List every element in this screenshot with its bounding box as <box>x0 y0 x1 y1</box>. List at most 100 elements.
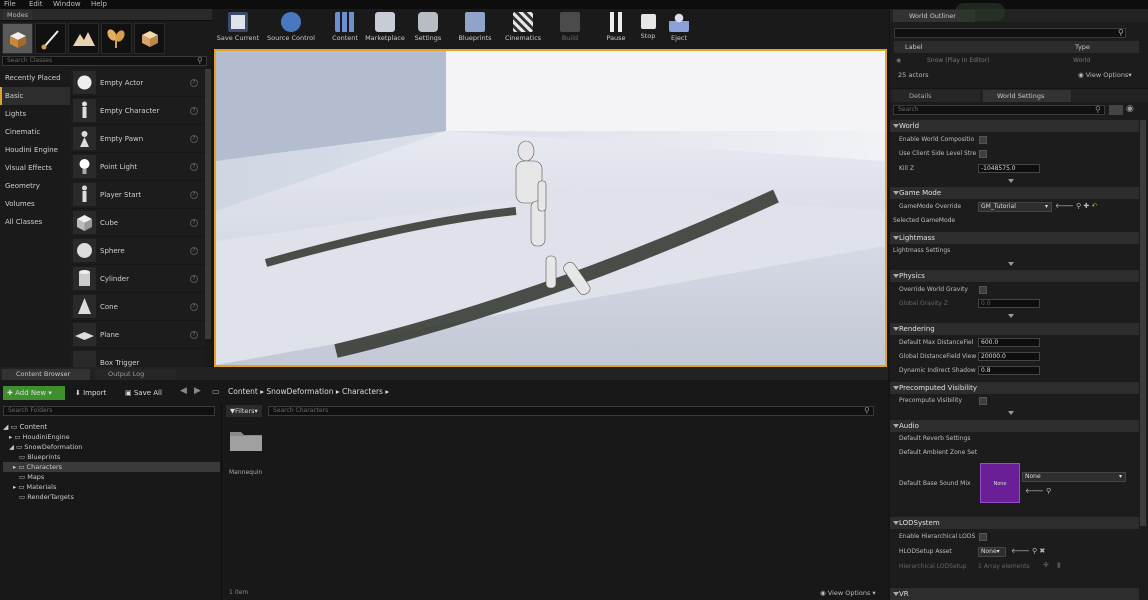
search-classes-input[interactable]: Search Classes <box>2 56 207 66</box>
geometry-edit-mode-button[interactable] <box>134 23 165 54</box>
menu-file[interactable]: File <box>4 0 16 9</box>
breadcrumb-snowdeformation[interactable]: SnowDeformation <box>266 387 333 396</box>
pause-button[interactable]: Pause <box>604 11 628 47</box>
view-options-button[interactable]: ◉ View Options ▾ <box>820 589 876 597</box>
tree-item-selected[interactable]: ▸ ▭ Characters <box>3 462 220 472</box>
tree-item[interactable]: ▭ RenderTargets <box>3 492 220 502</box>
section-vr[interactable]: VR <box>890 588 1139 600</box>
reset-arrow-icon[interactable]: ↶ <box>1092 202 1098 210</box>
search-folders-input[interactable]: Search Folders <box>3 406 215 416</box>
save-all-button[interactable]: ▣ Save All <box>121 386 166 400</box>
breadcrumb-content[interactable]: Content <box>228 387 258 396</box>
build-button[interactable]: Build <box>556 11 584 47</box>
col-type[interactable]: Type <box>1075 41 1090 53</box>
category-visual-effects[interactable]: Visual Effects <box>0 159 70 177</box>
add-icon[interactable]: ✚ <box>1083 202 1089 210</box>
sound-mix-thumbnail[interactable]: None <box>980 463 1020 503</box>
tree-item[interactable]: ▸ ▭ Materials <box>3 482 220 492</box>
section-lightmass[interactable]: Lightmass <box>890 232 1139 244</box>
details-search-input[interactable]: Search <box>893 105 1105 115</box>
clear-x-icon[interactable]: ✖ <box>1039 547 1045 555</box>
expand-arrow[interactable] <box>1005 410 1017 416</box>
level-viewport[interactable] <box>214 49 887 367</box>
global-distance-view-input[interactable]: 20000.0 <box>978 352 1040 361</box>
forward-arrow-icon[interactable]: ▶ <box>194 386 201 396</box>
eye-icon[interactable]: ◉ <box>1126 104 1134 114</box>
search-characters-input[interactable]: Search Characters <box>268 406 874 416</box>
prop-default-ambient-zone[interactable]: Default Ambient Zone Set <box>899 448 977 458</box>
import-button[interactable]: ⬇ Import <box>71 386 110 400</box>
prop-selected-gamemode[interactable]: Selected GameMode <box>893 216 955 226</box>
tab-details[interactable]: Details <box>893 90 979 102</box>
actor-item[interactable]: Cube? <box>70 209 205 237</box>
menu-edit[interactable]: Edit <box>29 0 43 9</box>
section-physics[interactable]: Physics <box>890 270 1139 282</box>
category-lights[interactable]: Lights <box>0 105 70 123</box>
back-arrow-icon[interactable]: ◀ <box>180 386 187 396</box>
category-recently-placed[interactable]: Recently Placed <box>0 69 70 87</box>
category-volumes[interactable]: Volumes <box>0 195 70 213</box>
tree-item[interactable]: ◢ ▭ Content <box>3 422 220 432</box>
actor-item[interactable]: Player Start? <box>70 181 205 209</box>
expand-arrow[interactable] <box>1005 313 1017 319</box>
override-gravity-checkbox[interactable] <box>979 286 987 294</box>
settings-button[interactable]: Settings <box>411 11 445 47</box>
help-icon[interactable]: ? <box>190 275 198 283</box>
tab-output-log[interactable]: Output Log <box>96 369 176 380</box>
enable-hlod-checkbox[interactable] <box>979 533 987 541</box>
cinematics-button[interactable]: Cinematics <box>504 11 542 47</box>
property-matrix-icon[interactable] <box>1109 105 1123 115</box>
actor-item[interactable]: Cone? <box>70 293 205 321</box>
help-icon[interactable]: ? <box>190 331 198 339</box>
menu-window[interactable]: Window <box>53 0 81 9</box>
actor-item[interactable]: Cylinder? <box>70 265 205 293</box>
hlod-asset-dropdown[interactable]: None▾ <box>978 547 1006 557</box>
category-all-classes[interactable]: All Classes <box>0 213 70 231</box>
asset-name[interactable]: Mannequin <box>229 469 262 476</box>
tree-item[interactable]: ▭ Blueprints <box>3 452 220 462</box>
section-audio[interactable]: Audio <box>890 420 1139 432</box>
actor-list-scrollbar[interactable] <box>205 69 211 339</box>
eject-button[interactable]: Eject <box>668 11 690 47</box>
expand-arrow[interactable] <box>1005 178 1017 184</box>
help-icon[interactable]: ? <box>190 163 198 171</box>
help-icon[interactable]: ? <box>190 219 198 227</box>
col-label[interactable]: Label <box>905 41 923 53</box>
category-basic[interactable]: Basic <box>0 87 70 105</box>
add-new-button[interactable]: ✚ Add New ▾ <box>3 386 65 400</box>
use-selected-arrow-icon[interactable]: 🡐 <box>1011 547 1030 555</box>
actor-item[interactable]: Plane? <box>70 321 205 349</box>
source-control-button[interactable]: Source Control <box>265 11 317 47</box>
tab-world-settings[interactable]: World Settings <box>983 90 1071 102</box>
category-cinematic[interactable]: Cinematic <box>0 123 70 141</box>
folder-asset-thumbnail[interactable] <box>229 428 263 452</box>
section-lod-system[interactable]: LODSystem <box>890 517 1139 529</box>
marketplace-button[interactable]: Marketplace <box>363 11 407 47</box>
max-distance-field-input[interactable]: 600.0 <box>978 338 1040 347</box>
help-icon[interactable]: ? <box>190 303 198 311</box>
precompute-visibility-checkbox[interactable] <box>979 397 987 405</box>
use-selected-arrow-icon[interactable]: 🡐 <box>1025 487 1044 495</box>
actor-item[interactable]: Empty Character? <box>70 97 205 125</box>
help-icon[interactable]: ? <box>190 107 198 115</box>
filters-button[interactable]: ▼Filters▾ <box>226 405 262 417</box>
outliner-search-input[interactable] <box>894 28 1126 38</box>
section-game-mode[interactable]: Game Mode <box>890 187 1139 199</box>
paint-mode-button[interactable] <box>35 23 66 54</box>
section-precomputed-visibility[interactable]: Precomputed Visibility <box>890 382 1139 394</box>
section-world[interactable]: World <box>890 120 1139 132</box>
browse-search-icon[interactable]: ⚲ <box>1032 547 1037 555</box>
breadcrumb-characters[interactable]: Characters <box>342 387 383 396</box>
tab-content-browser[interactable]: Content Browser <box>2 369 90 380</box>
tree-item[interactable]: ▭ Maps <box>3 472 220 482</box>
details-scrollbar[interactable] <box>1140 120 1146 526</box>
expand-arrow[interactable] <box>1005 261 1017 267</box>
prop-lightmass-settings[interactable]: Lightmass Settings <box>893 246 950 256</box>
place-mode-button[interactable] <box>2 23 33 54</box>
visibility-eye-icon[interactable]: ◉ <box>896 55 901 66</box>
help-icon[interactable]: ? <box>190 79 198 87</box>
content-button[interactable]: Content <box>329 11 361 47</box>
browse-search-icon[interactable]: ⚲ <box>1076 202 1081 210</box>
enable-world-composition-checkbox[interactable] <box>979 136 987 144</box>
category-geometry[interactable]: Geometry <box>0 177 70 195</box>
